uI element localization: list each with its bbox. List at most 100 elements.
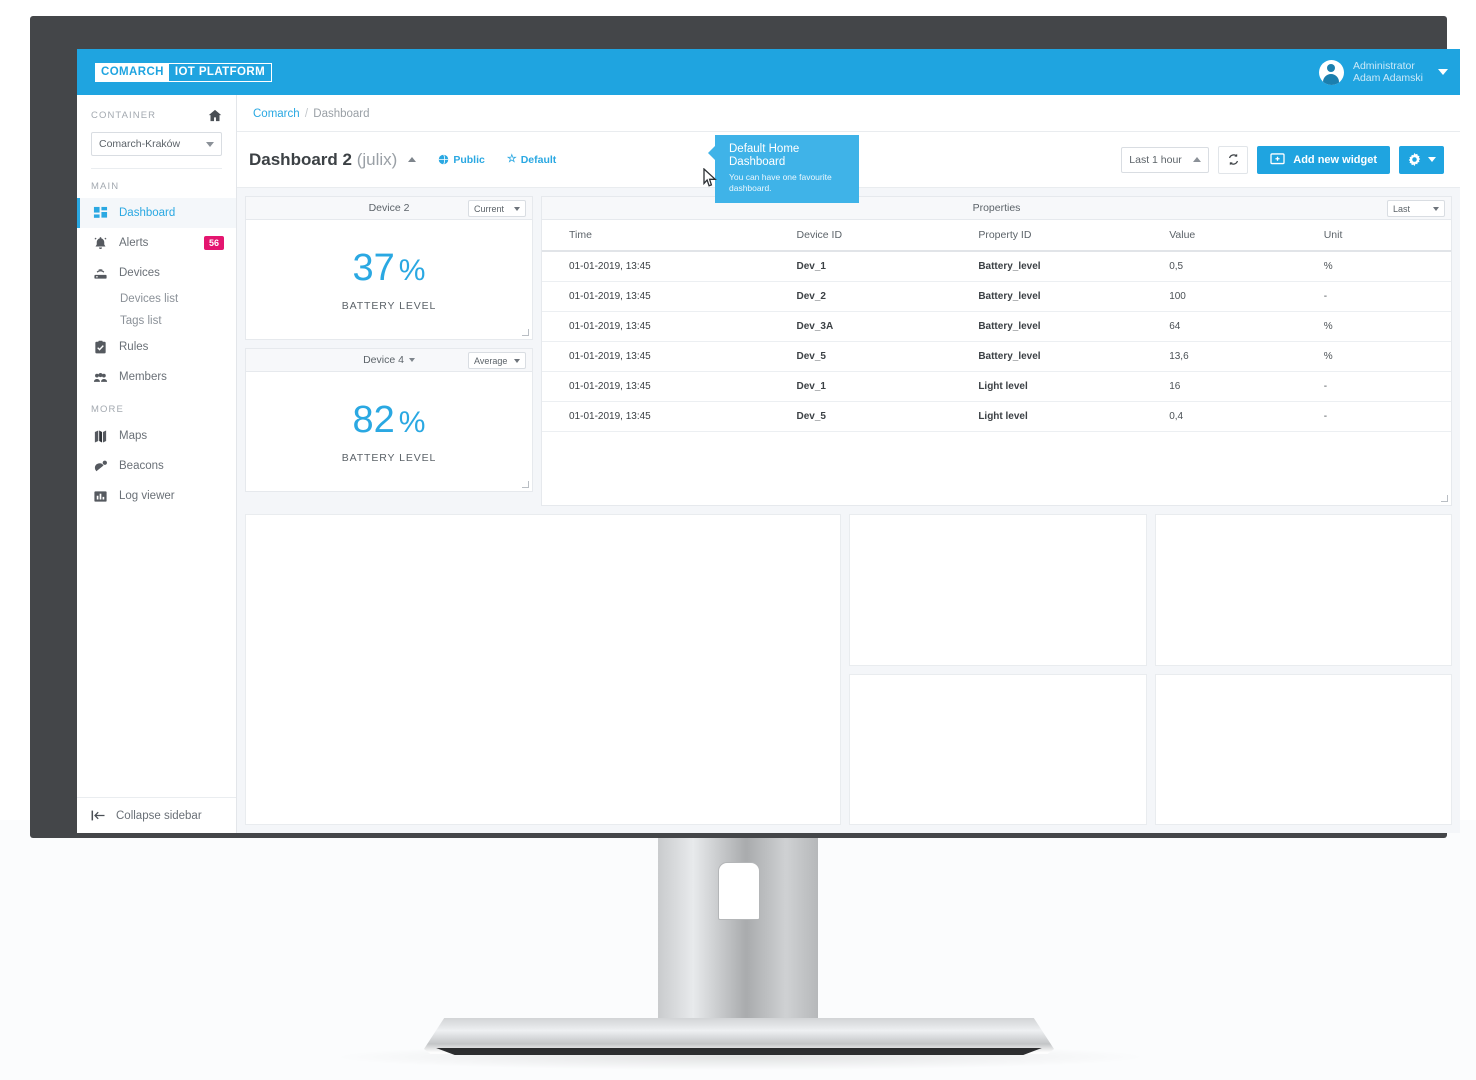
beacon-icon xyxy=(94,460,107,471)
cell-device-id: Dev_5 xyxy=(796,401,979,432)
sidebar-item-rules[interactable]: Rules xyxy=(77,332,236,362)
empty-widget-placeholder[interactable] xyxy=(1154,514,1452,666)
kpi-number: 37 xyxy=(352,246,395,289)
kpi-widget-device-2[interactable]: Device 2 Current 37% BATTERY LEVEL xyxy=(245,196,533,340)
table-row[interactable]: 01-01-2019, 13:45 Dev_2 Battery_level 10… xyxy=(542,281,1451,312)
collapse-sidebar-button[interactable]: Collapse sidebar xyxy=(77,797,236,833)
cell-time: 01-01-2019, 13:45 xyxy=(542,251,797,282)
sidebar-item-beacons[interactable]: Beacons xyxy=(77,451,236,481)
app-topbar: COMARCH IOT PLATFORM Administrator Adam … xyxy=(77,49,1460,95)
widget-resize-handle[interactable] xyxy=(522,329,529,336)
col-header-value[interactable]: Value xyxy=(1169,220,1324,252)
empty-widget-placeholder[interactable] xyxy=(1154,674,1452,825)
kpi-unit: % xyxy=(398,253,426,287)
sidebar-item-log-viewer[interactable]: Log viewer xyxy=(77,481,236,511)
sidebar-item-dashboard[interactable]: Dashboard xyxy=(77,198,236,228)
col-header-property-id[interactable]: Property ID xyxy=(978,220,1170,252)
sidebar-item-devices[interactable]: Devices xyxy=(77,258,236,288)
cell-value: 100 xyxy=(1169,281,1324,312)
user-menu[interactable]: Administrator Adam Adamski xyxy=(1318,59,1448,85)
kpi-body: 82% BATTERY LEVEL xyxy=(246,372,532,491)
sidebar-item-alerts[interactable]: Alerts 56 xyxy=(77,228,236,258)
chevron-down-icon[interactable] xyxy=(1438,69,1448,75)
empty-widget-placeholder[interactable] xyxy=(849,514,1147,666)
rules-clipboard-icon xyxy=(95,340,106,353)
collapse-sidebar-label: Collapse sidebar xyxy=(116,809,202,822)
empty-widget-placeholder-large[interactable] xyxy=(245,514,841,825)
aggregation-value: Average xyxy=(474,355,508,366)
device-router-icon xyxy=(94,268,107,279)
cell-time: 01-01-2019, 13:45 xyxy=(542,401,797,432)
col-header-time[interactable]: Time xyxy=(542,220,797,252)
sidebar-subitem-devices-list[interactable]: Devices list xyxy=(77,288,236,310)
default-toggle[interactable]: ☆ Default xyxy=(507,154,556,166)
col-header-device-id[interactable]: Device ID xyxy=(796,220,979,252)
cell-time: 01-01-2019, 13:45 xyxy=(542,371,797,402)
sidebar-container-header: CONTAINER xyxy=(77,95,236,126)
dashboard-grid-icon xyxy=(93,206,108,218)
kpi-column: Device 2 Current 37% BATTERY LEVEL Devic… xyxy=(245,196,533,506)
cell-property-id: Battery_level xyxy=(978,341,1170,372)
widget-title: Properties xyxy=(972,202,1021,214)
chevron-down-icon xyxy=(514,206,520,211)
table-body: 01-01-2019, 13:45 Dev_1 Battery_level 0,… xyxy=(542,251,1451,432)
table-row[interactable]: 01-01-2019, 13:45 Dev_5 Light level 0,4 … xyxy=(542,401,1451,432)
map-icon xyxy=(94,430,107,442)
table-row[interactable]: 01-01-2019, 13:45 Dev_3A Battery_level 6… xyxy=(542,311,1451,342)
container-select[interactable]: Comarch-Kraków xyxy=(91,132,222,156)
table-row[interactable]: 01-01-2019, 13:45 Dev_5 Battery_level 13… xyxy=(542,341,1451,372)
time-range-select[interactable]: Last 1 hour xyxy=(1121,146,1210,173)
home-icon[interactable] xyxy=(208,109,222,122)
breadcrumb-current: Dashboard xyxy=(313,108,370,120)
sidebar-group-main-label: MAIN xyxy=(91,181,120,192)
sidebar-item-label: Dashboard xyxy=(119,207,176,219)
cell-unit: - xyxy=(1323,401,1451,432)
properties-widget[interactable]: Properties Last Time Device ID Property … xyxy=(541,196,1452,506)
globe-icon xyxy=(439,154,449,165)
sidebar-item-members[interactable]: Members xyxy=(77,362,236,392)
kpi-value: 82% xyxy=(353,400,426,443)
table-row[interactable]: 01-01-2019, 13:45 Dev_1 Light level 16 - xyxy=(542,371,1451,402)
refresh-icon xyxy=(1228,153,1238,166)
range-select[interactable]: Last xyxy=(1387,200,1445,217)
widget-resize-handle[interactable] xyxy=(1441,495,1448,502)
col-header-unit[interactable]: Unit xyxy=(1323,220,1451,252)
cell-device-id: Dev_1 xyxy=(796,251,979,282)
add-new-widget-button[interactable]: Add new widget xyxy=(1257,145,1390,174)
kpi-label: BATTERY LEVEL xyxy=(341,451,437,464)
widget-header: Properties Last xyxy=(542,197,1451,220)
time-range-value: Last 1 hour xyxy=(1129,153,1182,166)
chevron-down-icon xyxy=(206,141,214,147)
sidebar-item-maps[interactable]: Maps xyxy=(77,421,236,451)
table-header-row: Time Device ID Property ID Value Unit xyxy=(542,220,1451,252)
refresh-button[interactable] xyxy=(1218,145,1249,174)
aggregation-select[interactable]: Average xyxy=(468,352,526,369)
sidebar-subitem-tags-list[interactable]: Tags list xyxy=(77,310,236,332)
empty-widget-placeholder[interactable] xyxy=(849,674,1147,825)
widget-resize-handle[interactable] xyxy=(522,481,529,488)
breadcrumb-separator: / xyxy=(304,108,309,120)
properties-table: Time Device ID Property ID Value Unit 01… xyxy=(542,220,1451,432)
dashboard-settings-button[interactable] xyxy=(1399,145,1444,174)
cell-property-id: Light level xyxy=(978,371,1170,402)
sidebar: CONTAINER Comarch-Kraków MAIN Dashboard … xyxy=(77,95,237,833)
dashboard-select-chevron-up-icon[interactable] xyxy=(408,157,417,162)
monitor-neck-notch xyxy=(718,862,760,920)
user-name: Adam Adamski xyxy=(1352,72,1423,84)
kpi-widget-device-4[interactable]: Device 4 Average 82 % BATTERY LEVEL xyxy=(245,348,533,492)
chevron-up-icon xyxy=(1193,157,1202,162)
public-toggle[interactable]: Public xyxy=(438,154,485,166)
cell-property-id: Battery_level xyxy=(978,281,1170,312)
widget-header: Device 2 Current xyxy=(246,197,532,220)
cell-value: 0,4 xyxy=(1169,401,1324,432)
widget-title[interactable]: Device 4 xyxy=(363,354,415,366)
cell-device-id: Dev_1 xyxy=(796,371,979,402)
table-row[interactable]: 01-01-2019, 13:45 Dev_1 Battery_level 0,… xyxy=(542,251,1451,282)
kpi-number: 82 xyxy=(352,398,395,441)
breadcrumb-root[interactable]: Comarch xyxy=(253,108,300,120)
aggregation-select[interactable]: Current xyxy=(468,200,526,217)
cell-time: 01-01-2019, 13:45 xyxy=(542,341,797,372)
page-title-owner: (julix) xyxy=(356,149,398,169)
log-viewer-chart-icon xyxy=(94,490,107,502)
